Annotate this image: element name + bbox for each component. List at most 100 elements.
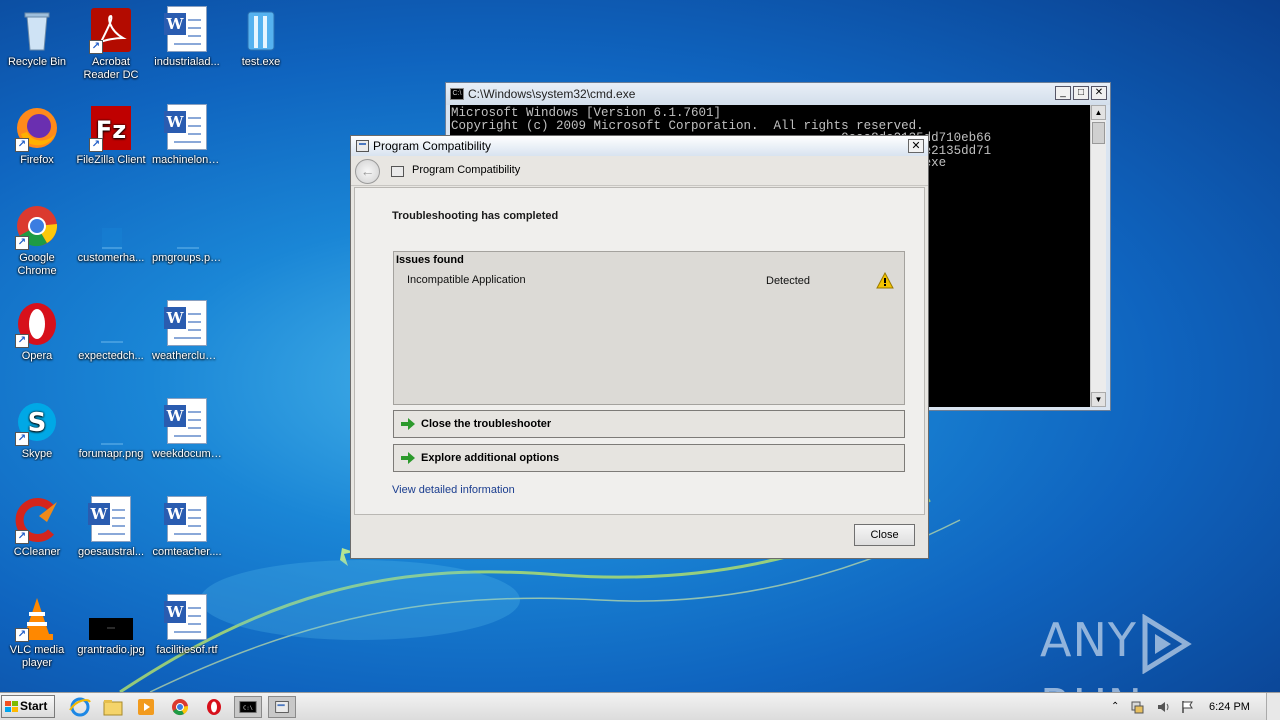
issue-name[interactable]: Incompatible Application: [407, 274, 526, 286]
green-arrow-icon: [401, 418, 415, 430]
taskbar: Start C:\ ⌃ 6:24 PM: [0, 692, 1280, 720]
media-player-icon[interactable]: [134, 696, 158, 718]
close-troubleshooter-label: Close the troubleshooter: [421, 418, 552, 430]
program-compatibility-dialog[interactable]: Program Compatibility ✕ ← Program Compat…: [350, 135, 929, 559]
desktop-icon-customerha[interactable]: customerha...: [74, 202, 148, 265]
anyrun-watermark: ANY RUN: [1040, 608, 1280, 692]
desktop-icon-chrome[interactable]: ↗ Google Chrome: [0, 202, 74, 278]
desktop-icon-opera[interactable]: ↗ Opera: [0, 300, 74, 363]
word-document-icon: W: [163, 6, 211, 54]
image-file-icon: [163, 202, 211, 250]
completion-heading: Troubleshooting has completed: [392, 210, 559, 222]
desktop-icon-machinelond[interactable]: W machinelond...: [150, 104, 224, 167]
svg-text:C:\: C:\: [243, 706, 253, 712]
desktop-icon-ccleaner[interactable]: ↗ CCleaner: [0, 496, 74, 559]
word-document-icon: W: [163, 594, 211, 642]
action-center-icon[interactable]: [1130, 700, 1144, 714]
desktop-icon-test-exe[interactable]: test.exe: [224, 6, 298, 69]
issue-status: Detected: [766, 275, 811, 287]
desktop-icon-forumapr[interactable]: forumapr.png: [74, 398, 148, 461]
svg-text:S: S: [28, 408, 47, 438]
close-button[interactable]: ✕: [1091, 86, 1107, 100]
desktop-icon-filezilla[interactable]: Fz ↗ FileZilla Client: [74, 104, 148, 167]
shortcut-arrow-icon: ↗: [15, 432, 29, 446]
explorer-icon[interactable]: [101, 696, 125, 718]
explore-options-button[interactable]: Explore additional options: [393, 444, 905, 472]
shortcut-arrow-icon: ↗: [15, 628, 29, 642]
watermark-text-right: RUN: [1040, 679, 1143, 693]
desktop-icon-recycle-bin[interactable]: Recycle Bin: [0, 6, 74, 69]
filezilla-icon: Fz ↗: [87, 104, 135, 152]
chrome-icon: ↗: [13, 202, 61, 250]
show-desktop-button[interactable]: [1266, 693, 1280, 720]
word-document-icon: W: [163, 496, 211, 544]
desktop-icon-grantradio[interactable]: grantradio.jpg: [74, 594, 148, 657]
dialog-navbar: ← Program Compatibility: [351, 156, 928, 186]
desktop-icon-weatherclub[interactable]: W weatherclub....: [150, 300, 224, 363]
explore-options-label: Explore additional options: [421, 452, 560, 464]
vlc-icon: ↗: [13, 594, 61, 642]
desktop-icon-firefox[interactable]: ↗ Firefox: [0, 104, 74, 167]
image-file-icon: [87, 202, 135, 250]
chrome-icon[interactable]: [168, 696, 192, 718]
opera-icon: ↗: [13, 300, 61, 348]
image-file-icon: [87, 594, 135, 642]
ccleaner-icon: ↗: [13, 496, 61, 544]
close-troubleshooter-button[interactable]: Close the troubleshooter: [393, 410, 905, 438]
desktop-icon-facilitiesof[interactable]: W facilitiesof.rtf: [150, 594, 224, 657]
issues-panel: Issues found Incompatible Application De…: [393, 251, 905, 405]
flag-icon[interactable]: [1180, 700, 1194, 714]
start-label: Start: [20, 699, 48, 713]
play-logo-icon: [1142, 613, 1192, 674]
scroll-thumb[interactable]: [1092, 122, 1105, 144]
back-arrow-icon[interactable]: ←: [355, 159, 380, 184]
scroll-up-arrow-icon[interactable]: ▲: [1091, 105, 1106, 120]
desktop-icon-goesaustral[interactable]: W goesaustral...: [74, 496, 148, 559]
dialog-close-x-button[interactable]: ✕: [908, 139, 924, 153]
cmd-title: C:\Windows\system32\cmd.exe: [468, 87, 636, 101]
speaker-icon[interactable]: [1156, 700, 1170, 714]
exe-icon: [237, 6, 285, 54]
desktop-icon-pmgroups[interactable]: pmgroups.png: [150, 202, 224, 265]
skype-icon: S ↗: [13, 398, 61, 446]
desktop-icon-weekdocum[interactable]: W weekdocum....: [150, 398, 224, 461]
watermark-text-left: ANY: [1040, 613, 1137, 667]
cmd-icon[interactable]: C:\: [234, 696, 262, 718]
desktop-icon-skype[interactable]: S ↗ Skype: [0, 398, 74, 461]
view-detailed-information-link[interactable]: View detailed information: [392, 484, 515, 496]
cmd-icon: C:\: [450, 88, 464, 100]
desktop-icon-comteacher[interactable]: W comteacher....: [150, 496, 224, 559]
recycle-bin-icon: [13, 6, 61, 54]
program-compatibility-icon: [356, 140, 369, 152]
close-button[interactable]: Close: [854, 524, 915, 546]
acrobat-icon: ↗: [87, 6, 135, 54]
desktop-icon-vlc[interactable]: ↗ VLC media player: [0, 594, 74, 670]
warning-icon: [876, 272, 894, 289]
minimize-button[interactable]: _: [1055, 86, 1071, 100]
shortcut-arrow-icon: ↗: [89, 138, 103, 152]
desktop-icon-acrobat[interactable]: ↗ Acrobat Reader DC: [74, 6, 148, 82]
maximize-button[interactable]: □: [1073, 86, 1089, 100]
word-document-icon: W: [163, 300, 211, 348]
dialog-titlebar[interactable]: Program Compatibility ✕: [351, 136, 928, 156]
opera-icon[interactable]: [202, 696, 226, 718]
vertical-scrollbar[interactable]: ▲ ▼: [1090, 105, 1106, 407]
scroll-down-arrow-icon[interactable]: ▼: [1091, 392, 1106, 407]
show-hidden-icons-button[interactable]: ⌃: [1111, 693, 1119, 720]
program-compatibility-icon[interactable]: [268, 696, 296, 718]
issues-header: Issues found: [396, 254, 464, 266]
shortcut-arrow-icon: ↗: [89, 40, 103, 54]
desktop-icon-industrialad[interactable]: W industrialad...: [150, 6, 224, 69]
shortcut-arrow-icon: ↗: [15, 530, 29, 544]
shortcut-arrow-icon: ↗: [15, 334, 29, 348]
firefox-icon: ↗: [13, 104, 61, 152]
cmd-titlebar[interactable]: C:\ C:\Windows\system32\cmd.exe _ □ ✕: [446, 83, 1110, 105]
green-arrow-icon: [401, 452, 415, 464]
internet-explorer-icon[interactable]: [68, 696, 92, 718]
start-button[interactable]: Start: [1, 695, 55, 718]
dialog-title: Program Compatibility: [373, 139, 492, 153]
image-file-icon: [87, 300, 135, 348]
clock[interactable]: 6:24 PM: [1209, 693, 1250, 720]
windows-logo-icon: [5, 701, 18, 712]
desktop-icon-expectedch[interactable]: expectedch...: [74, 300, 148, 363]
